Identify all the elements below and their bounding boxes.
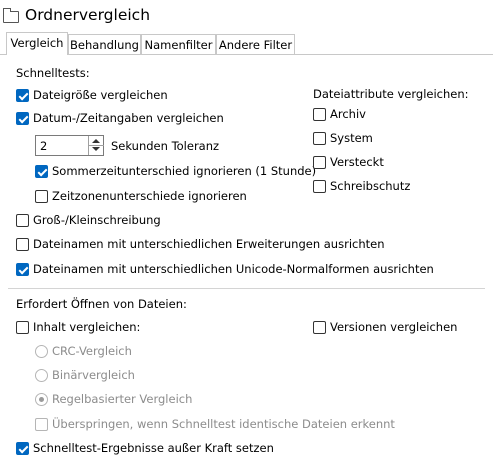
skip-checkbox[interactable] xyxy=(35,418,48,431)
system-checkbox[interactable] xyxy=(313,132,326,145)
spin-down-icon[interactable] xyxy=(92,147,100,151)
quick-tests-heading: Schnelltests: xyxy=(16,66,90,80)
unicode-checkbox[interactable] xyxy=(16,263,29,276)
tolerance-label: Sekunden Toleranz xyxy=(111,139,220,153)
dst-label: Sommerzeitunterschied ignorieren (1 Stun… xyxy=(52,164,317,178)
system-label: System xyxy=(330,131,373,145)
spinner-buttons[interactable] xyxy=(88,136,104,155)
datetime-label: Datum-/Zeitangaben vergleichen xyxy=(33,111,224,125)
tab-vergleich[interactable]: Vergleich xyxy=(6,32,68,55)
archive-checkbox[interactable] xyxy=(313,108,326,121)
extensions-label: Dateinamen mit unterschiedlichen Erweite… xyxy=(33,237,385,251)
title-bar: Ordnervergleich xyxy=(0,0,493,32)
content-label: Inhalt vergleichen: xyxy=(33,320,141,334)
timezone-checkbox[interactable] xyxy=(35,190,48,203)
versions-label: Versionen vergleichen xyxy=(330,320,458,334)
crc-label: CRC-Vergleich xyxy=(52,344,132,358)
size-checkbox[interactable] xyxy=(16,89,29,102)
dst-checkbox[interactable] xyxy=(35,165,48,178)
case-checkbox[interactable] xyxy=(16,214,29,227)
tab-andere-filter[interactable]: Andere Filter xyxy=(216,34,295,54)
readonly-label: Schreibschutz xyxy=(330,179,411,193)
crc-radio[interactable] xyxy=(35,345,48,358)
window-title: Ordnervergleich xyxy=(25,6,151,24)
spinner-divider xyxy=(89,145,104,146)
case-label: Groß-/Kleinschreibung xyxy=(33,213,161,227)
content-checkbox[interactable] xyxy=(16,321,29,334)
binary-label: Binärvergleich xyxy=(52,368,135,382)
hidden-label: Versteckt xyxy=(330,155,384,169)
versions-checkbox[interactable] xyxy=(313,321,326,334)
datetime-checkbox[interactable] xyxy=(16,112,29,125)
tolerance-value: 2 xyxy=(40,139,48,153)
tab-behandlung[interactable]: Behandlung xyxy=(68,34,141,54)
spin-up-icon[interactable] xyxy=(92,139,100,143)
readonly-checkbox[interactable] xyxy=(313,180,326,193)
attributes-heading: Dateiattribute vergleichen: xyxy=(313,87,469,101)
unicode-label: Dateinamen mit unterschiedlichen Unicode… xyxy=(33,262,434,276)
skip-label: Überspringen, wenn Schnelltest identisch… xyxy=(52,417,395,431)
override-label: Schnelltest-Ergebnisse außer Kraft setze… xyxy=(33,441,274,455)
rules-label: Regelbasierter Vergleich xyxy=(52,392,193,406)
timezone-label: Zeitzonenunterschiede ignorieren xyxy=(52,189,247,203)
size-label: Dateigröße vergleichen xyxy=(33,88,168,102)
binary-radio[interactable] xyxy=(35,369,48,382)
open-files-heading: Erfordert Öffnen von Dateien: xyxy=(16,297,187,311)
folder-icon xyxy=(3,8,19,23)
tolerance-spinner[interactable]: 2 xyxy=(35,135,104,156)
archive-label: Archiv xyxy=(330,107,366,121)
hidden-checkbox[interactable] xyxy=(313,156,326,169)
override-checkbox[interactable] xyxy=(16,442,29,455)
section-divider xyxy=(8,288,485,289)
tab-namenfilter[interactable]: Namenfilter xyxy=(141,34,216,54)
extensions-checkbox[interactable] xyxy=(16,238,29,251)
rules-radio[interactable] xyxy=(35,393,48,406)
